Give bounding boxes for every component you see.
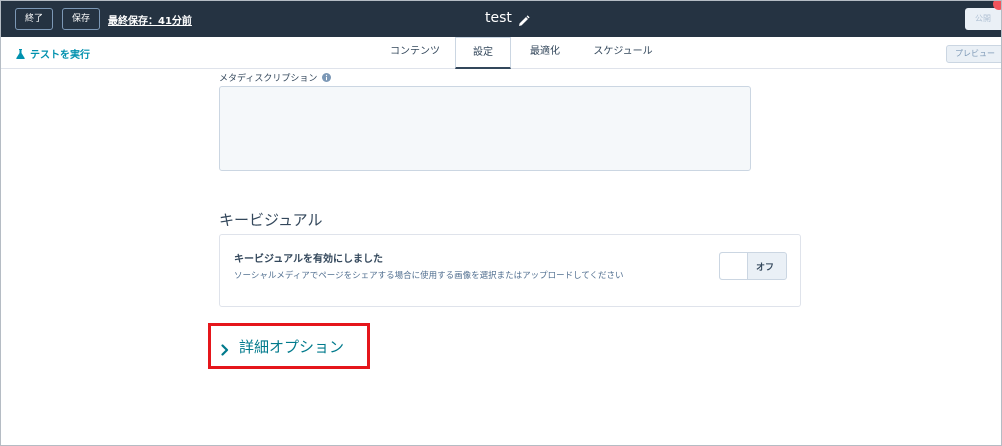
tab-schedule[interactable]: スケジュール bbox=[581, 37, 665, 69]
tab-settings[interactable]: 設定 bbox=[455, 37, 511, 69]
advanced-options-label: 詳細オプション bbox=[239, 338, 345, 356]
advanced-options-toggle[interactable]: 詳細オプション bbox=[221, 336, 344, 357]
pencil-icon[interactable] bbox=[518, 12, 530, 26]
run-test-label: テストを実行 bbox=[30, 50, 90, 61]
notification-badge[interactable] bbox=[993, 1, 1001, 10]
editor-window: 終了 保存 最終保存：41分前 test 公開 テストを実行 コンテンツ 設定 … bbox=[0, 0, 1002, 446]
key-visual-toggle[interactable]: オフ bbox=[719, 252, 787, 280]
tab-optimize[interactable]: 最適化 bbox=[513, 37, 577, 69]
meta-description-textarea[interactable] bbox=[219, 86, 751, 171]
run-test-button[interactable]: テストを実行 bbox=[16, 46, 90, 61]
tab-content[interactable]: コンテンツ bbox=[377, 37, 453, 69]
meta-description-label-row: メタディスクリプション bbox=[219, 71, 332, 84]
toggle-label: オフ bbox=[756, 263, 775, 273]
exit-button[interactable]: 終了 bbox=[15, 8, 53, 30]
key-visual-heading: キービジュアル bbox=[219, 211, 323, 229]
save-button[interactable]: 保存 bbox=[62, 8, 100, 30]
flask-icon bbox=[16, 48, 25, 59]
page-title: test bbox=[485, 10, 512, 26]
key-visual-card: キービジュアルを有効にしました ソーシャルメディアでページをシェアする場合に使用… bbox=[219, 234, 801, 307]
last-saved-link[interactable]: 最終保存：41分前 bbox=[108, 12, 192, 27]
preview-button[interactable]: プレビュー bbox=[946, 45, 1001, 63]
info-icon[interactable] bbox=[322, 73, 332, 82]
meta-description-label: メタディスクリプション bbox=[219, 74, 318, 84]
page-title-group: test bbox=[485, 10, 530, 26]
publish-button[interactable]: 公開 bbox=[965, 8, 1001, 30]
top-toolbar: 終了 保存 最終保存：41分前 test 公開 bbox=[1, 1, 1001, 37]
key-visual-card-title: キービジュアルを有効にしました bbox=[234, 254, 383, 265]
toggle-knob bbox=[720, 253, 748, 279]
chevron-right-icon bbox=[221, 341, 229, 356]
key-visual-card-description: ソーシャルメディアでページをシェアする場合に使用する画像を選択またはアップロード… bbox=[234, 271, 624, 281]
editor-tab-bar: テストを実行 コンテンツ 設定 最適化 スケジュール プレビュー bbox=[1, 37, 1001, 69]
